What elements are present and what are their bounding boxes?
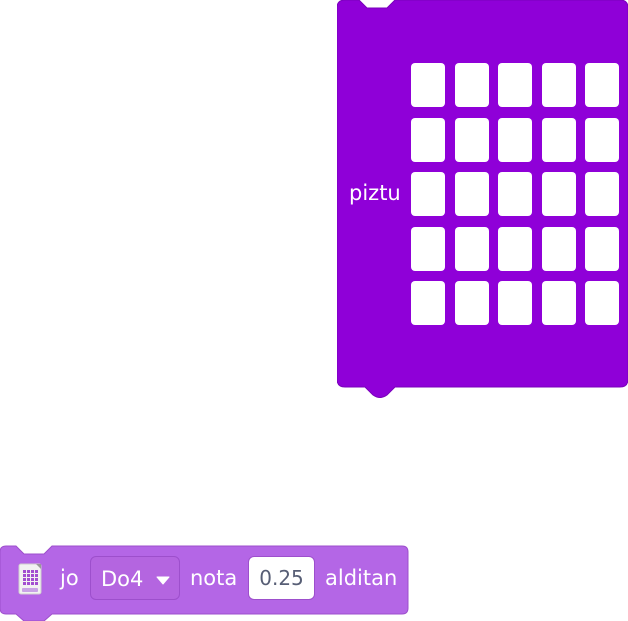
- led-cell[interactable]: [411, 227, 445, 271]
- led-cell[interactable]: [585, 172, 619, 216]
- note-dropdown-value: Do4: [101, 567, 144, 591]
- led-cell[interactable]: [411, 281, 445, 325]
- led-cell[interactable]: [542, 281, 576, 325]
- duration-suffix-label: alditan: [325, 566, 398, 590]
- caret-down-icon[interactable]: [156, 576, 170, 585]
- matrix-block-label: piztu: [349, 181, 401, 205]
- led-cell[interactable]: [455, 172, 489, 216]
- led-cell[interactable]: [455, 227, 489, 271]
- led-cell[interactable]: [585, 63, 619, 107]
- led-cell[interactable]: [542, 118, 576, 162]
- led-cell[interactable]: [455, 63, 489, 107]
- led-cell[interactable]: [585, 281, 619, 325]
- led-cell[interactable]: [585, 227, 619, 271]
- led-cell[interactable]: [542, 227, 576, 271]
- led-matrix-grid[interactable]: [411, 63, 619, 325]
- led-cell[interactable]: [411, 172, 445, 216]
- led-cell[interactable]: [498, 227, 532, 271]
- led-cell[interactable]: [542, 172, 576, 216]
- note-dropdown[interactable]: Do4: [90, 556, 180, 600]
- microbit-extension-icon: [18, 563, 42, 595]
- matrix-block[interactable]: piztu: [337, 0, 628, 400]
- note-word-label: nota: [190, 566, 238, 590]
- led-cell[interactable]: [498, 281, 532, 325]
- led-cell[interactable]: [455, 281, 489, 325]
- led-cell[interactable]: [498, 63, 532, 107]
- duration-input[interactable]: 0.25: [248, 556, 315, 600]
- led-cell[interactable]: [585, 118, 619, 162]
- led-cell[interactable]: [411, 118, 445, 162]
- led-cell[interactable]: [542, 63, 576, 107]
- led-cell[interactable]: [498, 118, 532, 162]
- workspace[interactable]: piztu jo Do4 nota 0.25 alditan: [0, 0, 628, 621]
- led-cell[interactable]: [411, 63, 445, 107]
- led-cell[interactable]: [498, 172, 532, 216]
- led-cell[interactable]: [455, 118, 489, 162]
- play-note-block[interactable]: jo Do4 nota 0.25 alditan: [0, 545, 410, 621]
- play-verb-label: jo: [60, 566, 79, 590]
